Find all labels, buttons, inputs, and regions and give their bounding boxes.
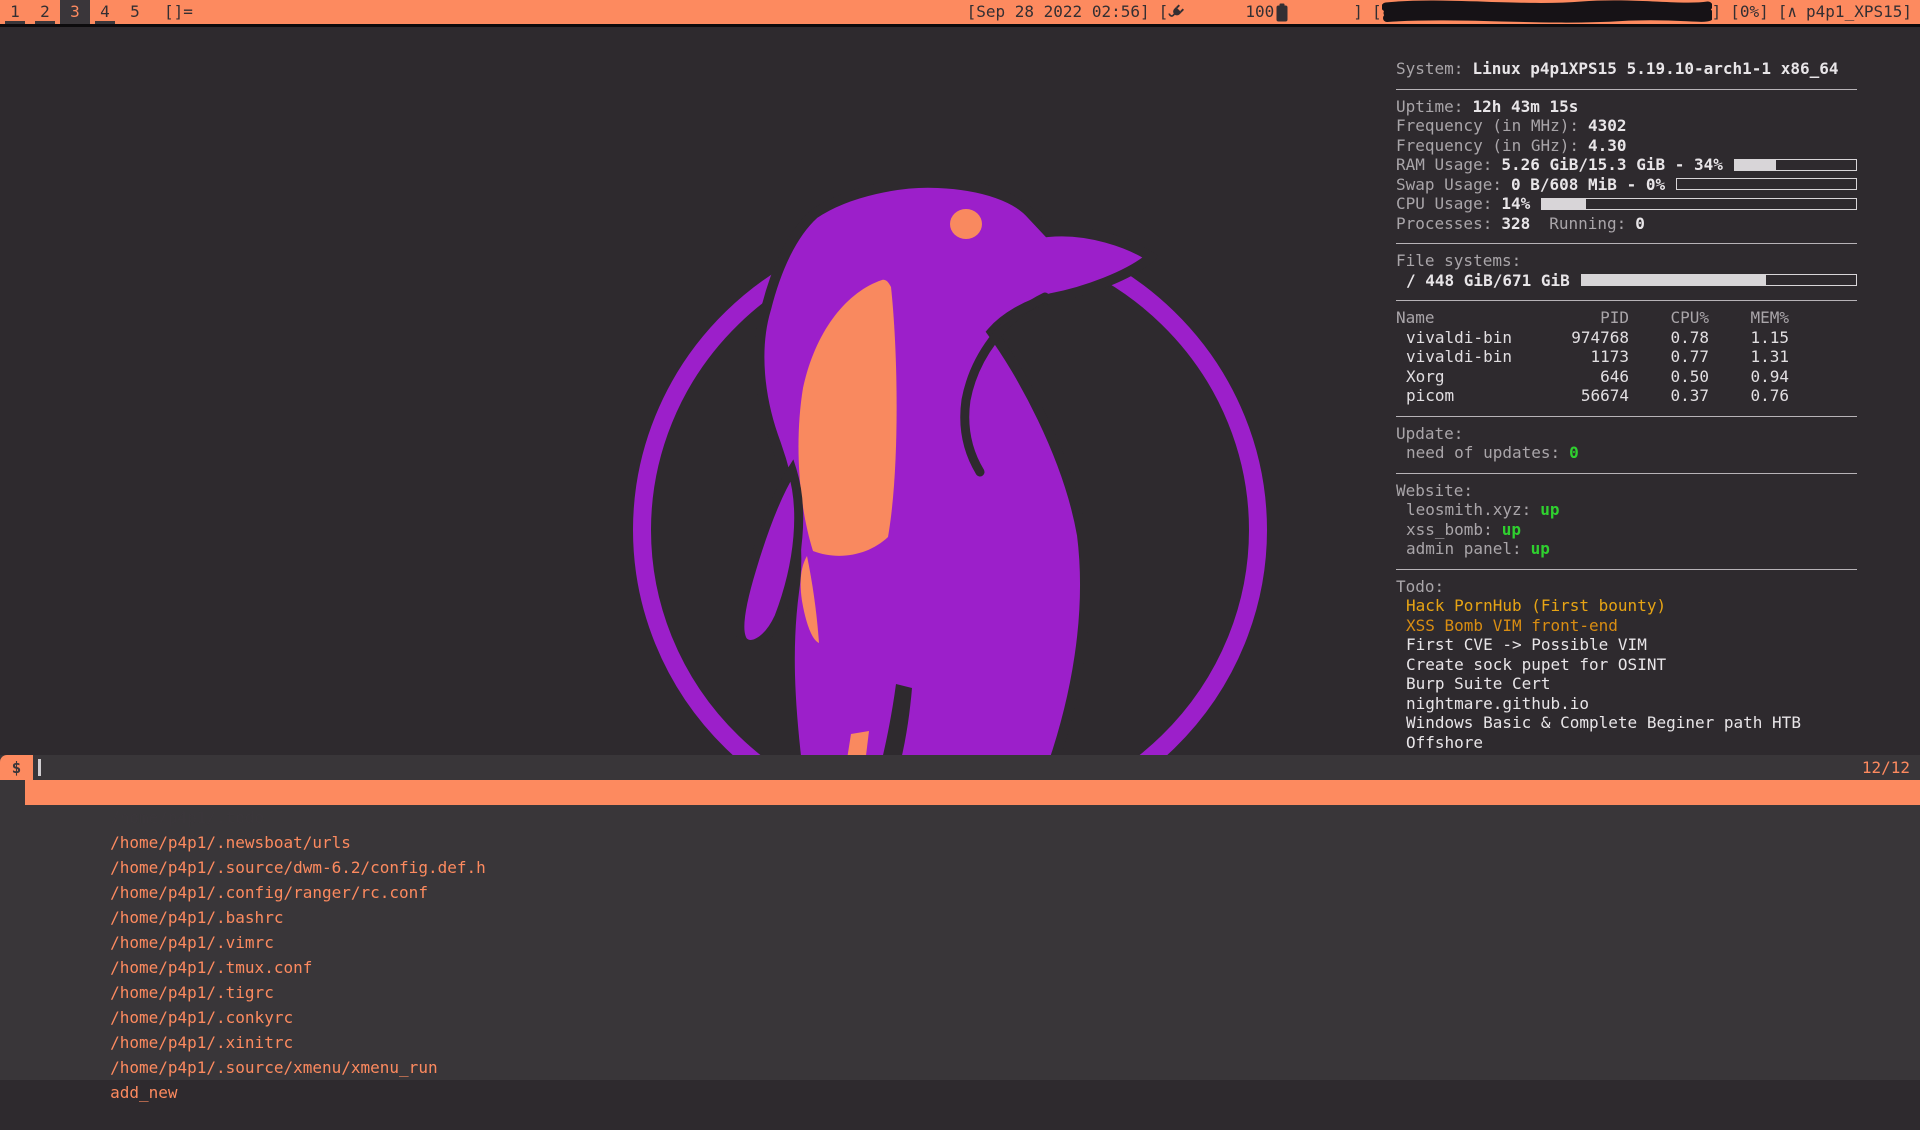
process-row: vivaldi-bin 1173 0.77 1.31 xyxy=(1396,347,1789,367)
status-text: [Sep 28 2022 02:56] [ 100 ] xyxy=(958,0,1920,70)
cpu-bar xyxy=(1541,198,1857,210)
process-row: vivaldi-bin 974768 0.78 1.15 xyxy=(1396,328,1789,348)
workspace-tag[interactable]: 2 xyxy=(30,0,60,24)
divider xyxy=(1396,89,1857,90)
filesystems-label: File systems: xyxy=(1396,251,1857,271)
process-row: Xorg 646 0.50 0.94 xyxy=(1396,367,1789,387)
swap-line: Swap Usage: 0 B/608 MiB - 0% xyxy=(1396,175,1857,195)
divider xyxy=(1396,473,1857,474)
caret-up-icon: ∧ xyxy=(1787,0,1797,24)
fuzzy-finder-panel: $ 12/12 /home/p4p1/.todo /home/p4p1/.new… xyxy=(0,755,1920,1080)
website-status-line: xss_bomb: up xyxy=(1396,520,1857,540)
website-status-line: leosmith.xyz: up xyxy=(1396,500,1857,520)
todo-label: Todo: xyxy=(1396,577,1857,597)
layout-symbol[interactable]: []= xyxy=(164,0,193,24)
uptime-line: Uptime: 12h 43m 15s xyxy=(1396,97,1857,117)
fzf-result-item[interactable]: /home/p4p1/.newsboat/urls xyxy=(0,805,1920,830)
todo-item: nightmare.github.io xyxy=(1396,694,1857,714)
divider xyxy=(1396,569,1857,570)
website-status-line: admin panel: up xyxy=(1396,539,1857,559)
workspace-tag-label: 4 xyxy=(100,2,110,21)
dwm-statusbar: 1 2 3 4 5 []= [Sep 28 202 xyxy=(0,0,1920,24)
todo-item: XSS Bomb VIM front-end xyxy=(1396,616,1857,636)
workspace-tag-label: 3 xyxy=(70,2,80,21)
todo-item: Hack PornHub (First bounty) xyxy=(1396,596,1857,616)
todo-item: Offshore xyxy=(1396,733,1857,753)
workspace-tag-label: 5 xyxy=(130,2,140,21)
todo-item: First CVE -> Possible VIM xyxy=(1396,635,1857,655)
penguin-eye xyxy=(950,209,982,239)
fzf-prompt-row[interactable]: $ 12/12 xyxy=(0,755,1920,780)
root-fs-line: / 448 GiB/671 GiB xyxy=(1396,271,1857,291)
usage-indicator: [0%] xyxy=(1730,0,1769,24)
redacted-ip: 172.47.0.4 192.168.1.101 xyxy=(1382,0,1712,24)
workspace-tags: 1 2 3 4 5 xyxy=(0,0,150,24)
fzf-result-item[interactable]: /home/p4p1/.todo xyxy=(25,780,1920,805)
battery-percent: 100 xyxy=(1245,0,1274,24)
battery-segment: [ 100 ] xyxy=(1159,0,1363,70)
updates-line: need of updates: 0 xyxy=(1396,443,1857,463)
workspace-tag[interactable]: 5 xyxy=(120,0,150,24)
todo-item: Create sock pupet for OSINT xyxy=(1396,655,1857,675)
host-segment: [ ∧ p4p1_XPS15 ] xyxy=(1778,0,1912,24)
redaction-scribble xyxy=(1382,0,1712,24)
processes-line: Processes: 328 Running: 0 xyxy=(1396,214,1857,234)
fzf-prompt: $ xyxy=(0,755,33,780)
workspace-tag[interactable]: 3 xyxy=(60,0,90,24)
divider xyxy=(1396,416,1857,417)
fzf-match-counter: 12/12 xyxy=(1862,755,1910,780)
workspace-tag[interactable]: 1 xyxy=(0,0,30,24)
fzf-result-item[interactable]: /home/p4p1/.conkyrc xyxy=(0,980,1920,1005)
bar-separator xyxy=(0,24,1920,27)
process-row: picom 56674 0.37 0.76 xyxy=(1396,386,1789,406)
workspace-tag-label: 1 xyxy=(10,2,20,21)
battery-full-icon xyxy=(1276,0,1353,70)
workspace-tag-label: 2 xyxy=(40,2,50,21)
ram-bar xyxy=(1734,159,1857,171)
freq-mhz-line: Frequency (in MHz): 4302 xyxy=(1396,116,1857,136)
process-table: Name PID CPU% MEM% vivaldi-bin 974768 0.… xyxy=(1396,308,1857,406)
fs-bar xyxy=(1581,274,1857,286)
todo-item: Windows Basic & Complete Beginer path HT… xyxy=(1396,713,1857,733)
update-label: Update: xyxy=(1396,424,1857,444)
fzf-result-list: /home/p4p1/.todo /home/p4p1/.newsboat/ur… xyxy=(0,780,1920,1080)
divider xyxy=(1396,243,1857,244)
plug-icon xyxy=(1168,0,1245,69)
process-table-header: Name PID CPU% MEM% xyxy=(1396,308,1789,328)
conky-panel: System: Linux p4p1XPS15 5.19.10-arch1-1 … xyxy=(1396,59,1857,772)
text-cursor xyxy=(38,759,41,776)
todo-item: Burp Suite Cert xyxy=(1396,674,1857,694)
fzf-result-item[interactable]: /home/p4p1/.vimrc xyxy=(0,905,1920,930)
website-label: Website: xyxy=(1396,481,1857,501)
divider xyxy=(1396,300,1857,301)
fzf-result-item[interactable]: /home/p4p1/.tmux.conf xyxy=(0,930,1920,955)
freq-ghz-line: Frequency (in GHz): 4.30 xyxy=(1396,136,1857,156)
swap-bar xyxy=(1676,178,1857,190)
ip-segment: [ 172.47.0.4 192.168.1.101 ] xyxy=(1372,0,1721,24)
clock: [Sep 28 2022 02:56] xyxy=(967,0,1150,24)
workspace-tag[interactable]: 4 xyxy=(90,0,120,24)
ram-line: RAM Usage: 5.26 GiB/15.3 GiB - 34% xyxy=(1396,155,1857,175)
cpu-line: CPU Usage: 14% xyxy=(1396,194,1857,214)
